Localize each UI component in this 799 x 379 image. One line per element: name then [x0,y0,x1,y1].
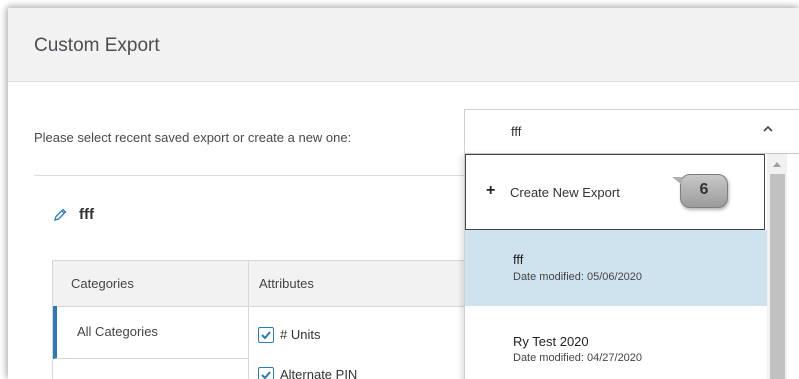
column-separator [248,261,249,379]
option-date: Date modified: 05/06/2020 [513,271,643,283]
category-item-all[interactable]: All Categories [53,306,248,359]
check-icon [261,331,271,340]
scrollbar-thumb[interactable] [770,174,785,379]
attribute-label: Alternate PIN [280,367,358,379]
attribute-label: # Units [280,327,321,342]
export-name: fff [79,206,94,223]
divider [34,175,464,176]
page-title: Custom Export [34,35,160,56]
chevron-up-icon[interactable] [761,122,775,136]
option-date: Date modified: 04/27/2020 [513,352,643,364]
dropdown-scrollbar[interactable] [767,154,787,379]
create-new-export-option[interactable]: + Create New Export 6 [465,154,765,230]
pencil-icon[interactable] [52,207,68,223]
column-header-categories: Categories [71,276,134,291]
categories-attributes-table: Categories Attributes All Categories # U… [52,260,472,379]
units-checkbox[interactable] [258,327,274,343]
category-label: All Categories [77,324,158,339]
step-badge: 6 [672,174,728,208]
select-prompt-label: Please select recent saved export or cre… [34,130,352,145]
dropdown-option-fff[interactable]: fff Date modified: 05/06/2020 [465,230,767,306]
check-icon [261,371,271,379]
option-name: fff [513,252,524,267]
saved-export-select[interactable]: fff [464,109,799,154]
saved-export-dropdown: + Create New Export 6 fff Date modified:… [464,154,799,379]
scroll-up-arrow-icon[interactable] [772,160,782,168]
step-badge-number: 6 [699,181,709,198]
dropdown-option-ry-test-2020[interactable]: Ry Test 2020 Date modified: 04/27/2020 [465,306,767,379]
option-name: Ry Test 2020 [513,334,589,349]
select-current-value: fff [511,124,522,139]
table-header-row: Categories Attributes [53,261,471,307]
create-new-export-label: Create New Export [510,185,620,200]
column-header-attributes: Attributes [259,276,314,291]
custom-export-panel: Custom Export Please select recent saved… [8,8,799,379]
plus-icon: + [486,182,496,199]
panel-header: Custom Export [8,8,799,82]
alternate-pin-checkbox[interactable] [258,367,274,379]
